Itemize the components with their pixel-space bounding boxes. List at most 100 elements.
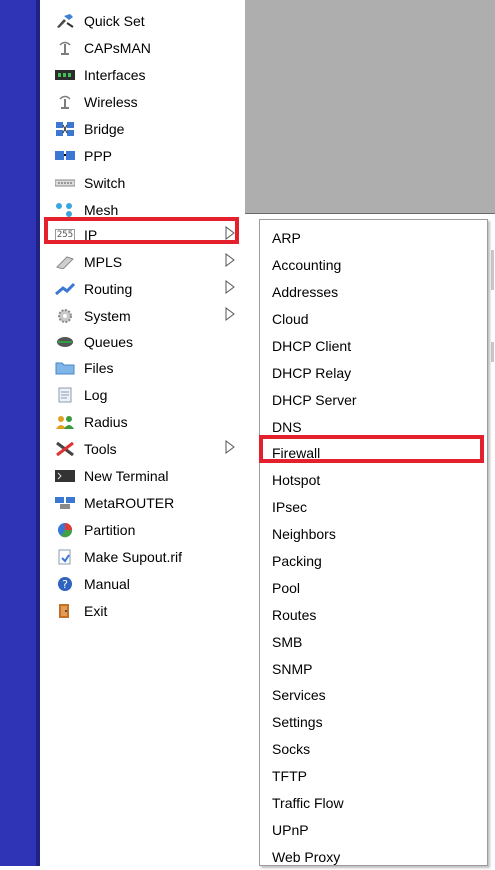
menu-item-label: Interfaces xyxy=(84,67,146,83)
submenu-item-label: Cloud xyxy=(272,311,309,327)
supout-icon xyxy=(54,549,76,565)
menu-item-radius[interactable]: Radius xyxy=(46,409,241,435)
submenu-item-label: SNMP xyxy=(272,661,313,677)
menu-item-label: New Terminal xyxy=(84,468,169,484)
submenu-item-hotspot[interactable]: Hotspot xyxy=(272,467,320,493)
submenu-item-label: ARP xyxy=(272,230,301,246)
submenu-item-label: Settings xyxy=(272,714,323,730)
menu-item-label: MPLS xyxy=(84,254,123,270)
routing-icon xyxy=(54,281,76,297)
metarouter-icon xyxy=(54,495,76,511)
submenu-item-label: Services xyxy=(272,687,326,703)
submenu-item-label: Routes xyxy=(272,607,317,623)
submenu-item-routes[interactable]: Routes xyxy=(272,602,316,628)
submenu-item-settings[interactable]: Settings xyxy=(272,709,323,735)
submenu-item-smb[interactable]: SMB xyxy=(272,629,302,655)
submenu-item-addresses[interactable]: Addresses xyxy=(272,279,338,305)
menu-item-queues[interactable]: Queues xyxy=(46,329,241,355)
tools-icon xyxy=(54,441,76,457)
submenu-item-label: UPnP xyxy=(272,822,309,838)
bridge-icon xyxy=(54,121,76,137)
menu-item-label: Partition xyxy=(84,522,136,538)
menu-item-capsman[interactable]: CAPsMAN xyxy=(46,35,241,61)
menu-item-routing[interactable]: Routing xyxy=(46,276,241,302)
submenu-item-arp[interactable]: ARP xyxy=(272,225,301,251)
submenu-item-web-proxy[interactable]: Web Proxy xyxy=(272,844,340,870)
submenu-item-neighbors[interactable]: Neighbors xyxy=(272,521,336,547)
ip-highlight-box xyxy=(44,217,239,244)
menu-item-label: System xyxy=(84,308,131,324)
menu-item-manual[interactable]: ? Manual xyxy=(46,571,241,597)
menu-item-label: PPP xyxy=(84,148,113,164)
menu-item-label: CAPsMAN xyxy=(84,40,151,56)
submenu-item-label: Socks xyxy=(272,741,311,757)
capsman-icon xyxy=(54,40,76,56)
menu-item-label: Mesh xyxy=(84,202,119,218)
submenu-arrow-icon xyxy=(225,253,235,267)
menu-item-system[interactable]: System xyxy=(46,303,241,329)
menu-item-ppp[interactable]: PPP xyxy=(46,143,241,169)
exit-icon xyxy=(54,603,76,619)
winbox-vertical-strip xyxy=(0,0,36,866)
interfaces-icon xyxy=(54,67,76,83)
menu-item-quick-set[interactable]: Quick Set xyxy=(46,8,241,34)
submenu-arrow-icon xyxy=(225,307,235,321)
submenu-item-packing[interactable]: Packing xyxy=(272,548,322,574)
menu-item-label: Switch xyxy=(84,175,126,191)
system-icon xyxy=(54,308,76,324)
svg-text:?: ? xyxy=(62,578,68,591)
submenu-item-label: SMB xyxy=(272,634,303,650)
menu-item-label: Tools xyxy=(84,441,117,457)
submenu-item-upnp[interactable]: UPnP xyxy=(272,817,309,843)
submenu-item-services[interactable]: Services xyxy=(272,682,326,708)
menu-item-label: Exit xyxy=(84,603,108,619)
partition-icon xyxy=(54,522,76,538)
submenu-item-ipsec[interactable]: IPsec xyxy=(272,494,307,520)
submenu-item-label: Addresses xyxy=(272,284,339,300)
submenu-item-dhcp-relay[interactable]: DHCP Relay xyxy=(272,360,351,386)
menu-item-wireless[interactable]: Wireless xyxy=(46,89,241,115)
submenu-item-dhcp-client[interactable]: DHCP Client xyxy=(272,333,351,359)
background-scroll-mark xyxy=(491,250,494,290)
submenu-item-traffic-flow[interactable]: Traffic Flow xyxy=(272,790,344,816)
log-icon xyxy=(54,387,76,403)
firewall-highlight-box xyxy=(259,435,484,463)
menu-item-label: Routing xyxy=(84,281,133,297)
menu-item-label: Queues xyxy=(84,334,134,350)
menu-item-tools[interactable]: Tools xyxy=(46,436,241,462)
menu-item-new-terminal[interactable]: New Terminal xyxy=(46,463,241,489)
submenu-item-label: DHCP Relay xyxy=(272,365,352,381)
menu-item-bridge[interactable]: Bridge xyxy=(46,116,241,142)
menu-item-files[interactable]: Files xyxy=(46,355,241,381)
menu-item-partition[interactable]: Partition xyxy=(46,517,241,543)
submenu-item-accounting[interactable]: Accounting xyxy=(272,252,341,278)
submenu-item-pool[interactable]: Pool xyxy=(272,575,300,601)
menu-item-label: MetaROUTER xyxy=(84,495,175,511)
menu-item-log[interactable]: Log xyxy=(46,382,241,408)
submenu-item-snmp[interactable]: SNMP xyxy=(272,656,312,682)
submenu-item-label: Traffic Flow xyxy=(272,795,344,811)
submenu-item-cloud[interactable]: Cloud xyxy=(272,306,309,332)
wireless-icon xyxy=(54,94,76,110)
menu-item-label: Make Supout.rif xyxy=(84,549,183,565)
submenu-item-tftp[interactable]: TFTP xyxy=(272,763,307,789)
menu-item-switch[interactable]: Switch xyxy=(46,170,241,196)
submenu-item-label: DHCP Server xyxy=(272,392,357,408)
menu-item-metarouter[interactable]: MetaROUTER xyxy=(46,490,241,516)
submenu-item-label: DNS xyxy=(272,419,302,435)
submenu-item-dhcp-server[interactable]: DHCP Server xyxy=(272,387,357,413)
menu-item-make-supout[interactable]: Make Supout.rif xyxy=(46,544,241,570)
menu-item-interfaces[interactable]: Interfaces xyxy=(46,62,241,88)
menu-item-label: Wireless xyxy=(84,94,138,110)
submenu-item-label: Accounting xyxy=(272,257,342,273)
menu-item-label: Log xyxy=(84,387,108,403)
menu-item-label: Files xyxy=(84,360,114,376)
submenu-item-label: DHCP Client xyxy=(272,338,352,354)
mesh-icon xyxy=(54,202,76,218)
menu-item-exit[interactable]: Exit xyxy=(46,598,241,624)
submenu-item-socks[interactable]: Socks xyxy=(272,736,310,762)
terminal-icon xyxy=(54,468,76,484)
main-menu: Quick Set CAPsMAN Interfaces Wireless Br… xyxy=(40,0,245,866)
submenu-item-label: Hotspot xyxy=(272,472,321,488)
menu-item-mpls[interactable]: MPLS xyxy=(46,249,241,275)
